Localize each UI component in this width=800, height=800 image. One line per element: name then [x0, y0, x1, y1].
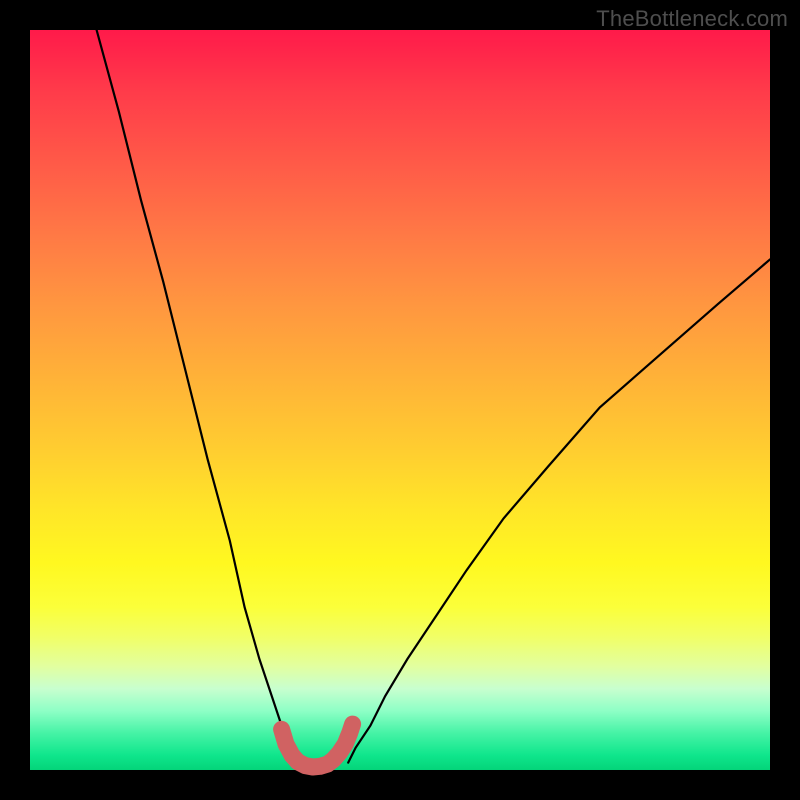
right-curve-line [348, 259, 770, 762]
chart-svg [30, 30, 770, 770]
left-curve-line [97, 30, 293, 763]
outer-frame: TheBottleneck.com [0, 0, 800, 800]
valley-marker-line [282, 724, 353, 767]
watermark-text: TheBottleneck.com [596, 6, 788, 32]
